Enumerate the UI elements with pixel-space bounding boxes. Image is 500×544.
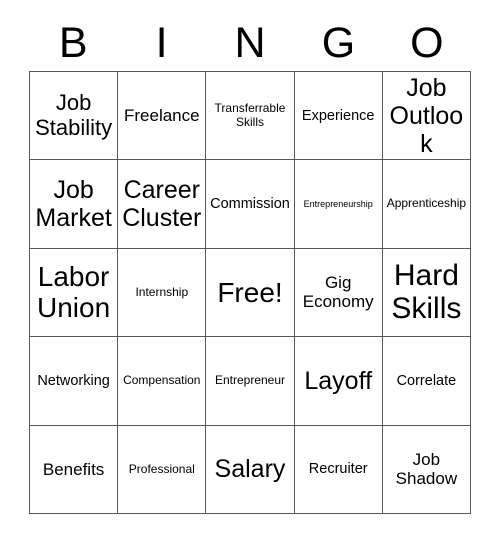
bingo-cell-r5c5[interactable]: Job Shadow bbox=[382, 425, 471, 514]
bingo-cell-label: Networking bbox=[37, 372, 110, 389]
bingo-cell-r1c3[interactable]: Transferrable Skills bbox=[206, 72, 295, 161]
bingo-cell-label: Career Cluster bbox=[122, 176, 202, 233]
bingo-header: B I N G O bbox=[29, 17, 471, 70]
bingo-cell-label: Entrepreneurship bbox=[303, 199, 373, 210]
bingo-card: B I N G O Job Stability Freelance Transfer… bbox=[0, 0, 500, 544]
header-letter-o: O bbox=[410, 19, 444, 67]
bingo-cell-label: Benefits bbox=[42, 459, 105, 479]
bingo-cell-label: Entrepreneur bbox=[214, 373, 286, 388]
bingo-cell-r4c3[interactable]: Entrepreneur bbox=[206, 337, 295, 426]
header-letter-n: N bbox=[234, 19, 266, 67]
bingo-cell-label: Job Market bbox=[35, 176, 112, 233]
bingo-cell-label: Salary bbox=[214, 455, 286, 484]
header-letter-i: I bbox=[155, 19, 168, 67]
bingo-cell-label: Recruiter bbox=[308, 461, 368, 478]
bingo-cell-r4c1[interactable]: Networking bbox=[30, 337, 119, 426]
bingo-cell-label: Job Outlook bbox=[389, 73, 464, 158]
bingo-cell-label: Transferrable Skills bbox=[214, 101, 286, 129]
bingo-cell-r5c4[interactable]: Recruiter bbox=[294, 425, 383, 514]
bingo-cell-r4c5[interactable]: Correlate bbox=[382, 337, 471, 426]
bingo-cell-label: Labor Union bbox=[37, 261, 111, 324]
bingo-cell-r3c4[interactable]: Gig Economy bbox=[294, 248, 383, 338]
bingo-cell-r2c4[interactable]: Entrepreneurship bbox=[294, 160, 383, 249]
bingo-cell-r1c1[interactable]: Job Stability bbox=[30, 72, 119, 161]
bingo-cell-label: Hard Skills bbox=[391, 258, 462, 326]
bingo-cell-label: Job Stability bbox=[35, 90, 113, 140]
bingo-cell-label: Commission bbox=[210, 195, 290, 212]
bingo-cell-label: Experience bbox=[301, 107, 375, 124]
bingo-cell-label: Layoff bbox=[304, 366, 373, 395]
bingo-cell-label: Professional bbox=[128, 461, 195, 476]
bingo-grid: Job Stability Freelance Transferrable Skil… bbox=[29, 71, 471, 514]
bingo-cell-r4c2[interactable]: Compensation bbox=[118, 337, 207, 426]
bingo-cell-r4c4[interactable]: Layoff bbox=[294, 337, 383, 426]
bingo-cell-r2c5[interactable]: Apprenticeship bbox=[382, 160, 471, 249]
bingo-cell-label: Compensation bbox=[123, 373, 201, 388]
bingo-cell-r3c3[interactable]: Free! bbox=[206, 248, 295, 338]
bingo-cell-r1c4[interactable]: Experience bbox=[294, 72, 383, 161]
bingo-cell-r3c5[interactable]: Hard Skills bbox=[382, 248, 471, 338]
bingo-cell-r5c3[interactable]: Salary bbox=[206, 425, 295, 514]
bingo-cell-label: Gig Economy bbox=[302, 273, 374, 312]
bingo-cell-r3c2[interactable]: Internship bbox=[118, 248, 207, 338]
bingo-cell-label: Freelance bbox=[123, 106, 200, 126]
bingo-cell-r2c3[interactable]: Commission bbox=[206, 160, 295, 249]
bingo-cell-r3c1[interactable]: Labor Union bbox=[30, 248, 119, 338]
bingo-cell-r5c2[interactable]: Professional bbox=[118, 425, 207, 514]
bingo-cell-r2c2[interactable]: Career Cluster bbox=[118, 160, 207, 249]
bingo-cell-r2c1[interactable]: Job Market bbox=[30, 160, 119, 249]
bingo-cell-label: Correlate bbox=[396, 372, 457, 389]
bingo-cell-r5c1[interactable]: Benefits bbox=[30, 425, 119, 514]
bingo-cell-label: Job Shadow bbox=[395, 450, 458, 489]
bingo-cell-label: Apprenticeship bbox=[386, 196, 467, 211]
bingo-cell-r1c5[interactable]: Job Outlook bbox=[382, 72, 471, 161]
header-letter-g: G bbox=[321, 19, 356, 67]
bingo-cell-label: Free! bbox=[217, 276, 283, 308]
header-letter-b: B bbox=[58, 19, 88, 67]
bingo-cell-label: Internship bbox=[135, 284, 189, 299]
bingo-cell-r1c2[interactable]: Freelance bbox=[118, 72, 207, 161]
